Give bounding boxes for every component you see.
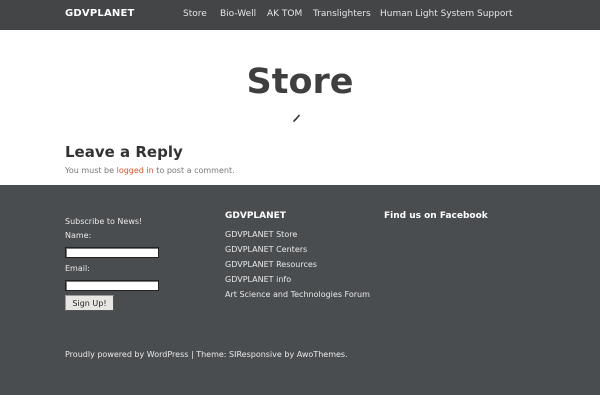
name-label: Name: — [65, 231, 92, 240]
loading-spinner-icon — [293, 114, 300, 122]
facebook-heading: Find us on Facebook — [384, 211, 488, 221]
footer-credit: Proudly powered by WordPress | Theme: SI… — [65, 350, 348, 359]
footer-link-store[interactable]: GDVPLANET Store — [225, 230, 297, 239]
footer-link-forum[interactable]: Art Science and Technologies Forum — [225, 290, 370, 299]
email-label: Email: — [65, 264, 90, 273]
nav-item-translighters[interactable]: Translighters — [313, 9, 371, 19]
sign-up-button[interactable]: Sign Up! — [65, 295, 114, 311]
page-title: Store — [246, 62, 354, 102]
reply-heading: Leave a Reply — [65, 143, 183, 161]
email-input[interactable] — [65, 280, 159, 291]
top-navigation-bar: GDVPLANET Store Bio-Well AK TOM Translig… — [0, 0, 600, 30]
site-brand-link[interactable]: GDVPLANET — [65, 8, 135, 19]
name-input[interactable] — [65, 247, 159, 258]
bottom-strip — [0, 395, 600, 400]
footer-link-resources[interactable]: GDVPLANET Resources — [225, 260, 317, 269]
nav-item-support[interactable]: Support — [477, 9, 513, 19]
footer-link-centers[interactable]: GDVPLANET Centers — [225, 245, 307, 254]
reply-note-suffix: to post a comment. — [153, 166, 235, 175]
nav-item-ak-tom[interactable]: AK TOM — [267, 9, 302, 19]
nav-item-store[interactable]: Store — [183, 9, 207, 19]
subscribe-title: Subscribe to News! — [65, 217, 143, 226]
footer-link-info[interactable]: GDVPLANET info — [225, 275, 291, 284]
reply-note-prefix: You must be — [65, 166, 117, 175]
nav-item-human-light-system[interactable]: Human Light System — [380, 9, 474, 19]
footer-links-heading: GDVPLANET — [225, 211, 286, 221]
login-link[interactable]: logged in — [117, 166, 154, 175]
nav-item-bio-well[interactable]: Bio-Well — [220, 9, 256, 19]
reply-login-note: You must be logged in to post a comment. — [65, 166, 235, 175]
